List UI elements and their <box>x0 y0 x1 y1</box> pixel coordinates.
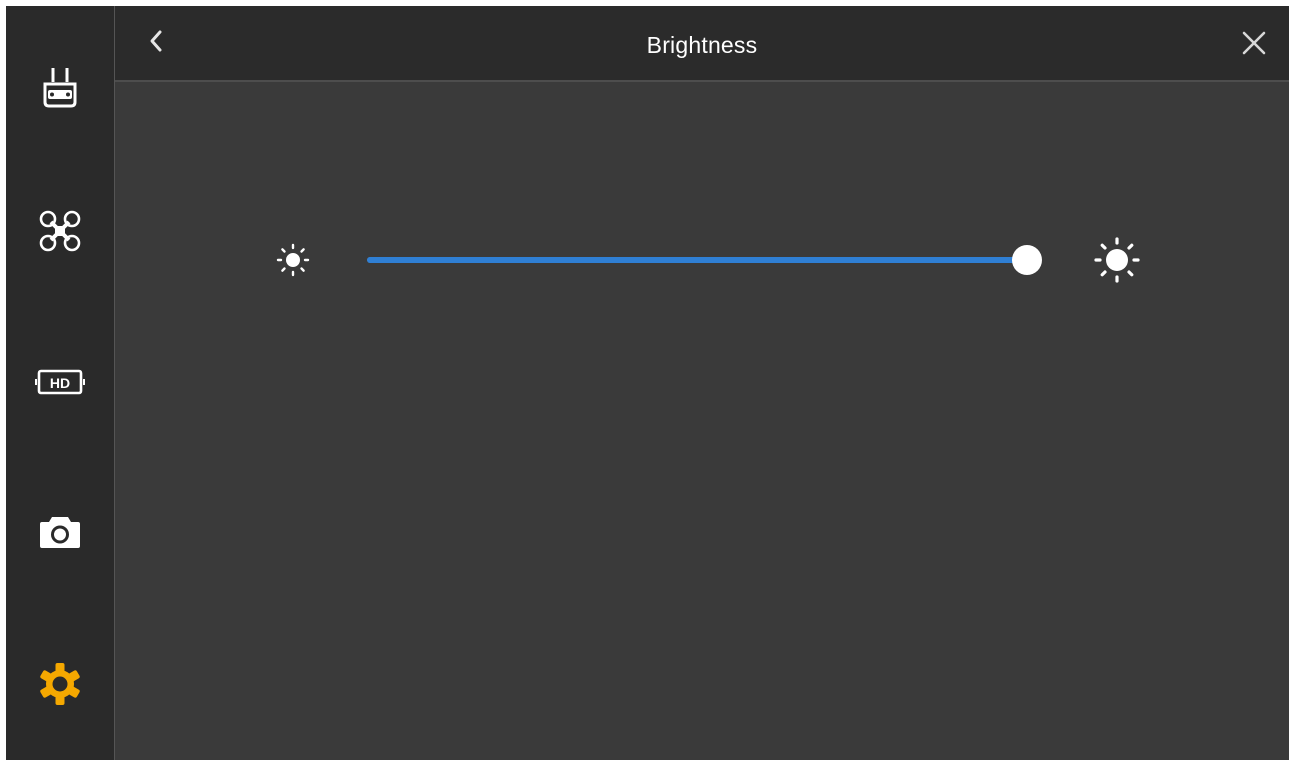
sidebar-item-remote-controller[interactable] <box>6 38 114 138</box>
drone-icon <box>37 208 83 254</box>
remote-controller-icon <box>40 66 80 110</box>
sidebar-item-aircraft[interactable] <box>6 181 114 281</box>
sun-large-icon <box>1093 236 1141 289</box>
close-icon <box>1241 30 1267 61</box>
brightness-slider-row <box>115 226 1289 296</box>
brightness-slider-thumb[interactable] <box>1012 245 1042 275</box>
app-window: HD Brightness <box>6 6 1289 760</box>
close-button[interactable] <box>1237 28 1271 62</box>
main-panel: Brightness <box>115 6 1289 760</box>
page-title: Brightness <box>646 32 758 58</box>
sidebar-item-settings[interactable] <box>6 634 114 734</box>
sidebar-item-hd-transmission[interactable]: HD <box>6 332 114 432</box>
svg-text:HD: HD <box>50 375 70 391</box>
hd-icon: HD <box>35 368 85 396</box>
camera-icon <box>38 514 82 550</box>
brightness-slider-fill <box>367 257 1027 263</box>
header-bar: Brightness <box>115 6 1289 82</box>
brightness-slider[interactable] <box>367 245 1042 275</box>
sidebar-item-camera[interactable] <box>6 482 114 582</box>
sun-small-icon <box>276 243 310 282</box>
sidebar: HD <box>6 6 115 760</box>
gear-icon <box>37 661 83 707</box>
